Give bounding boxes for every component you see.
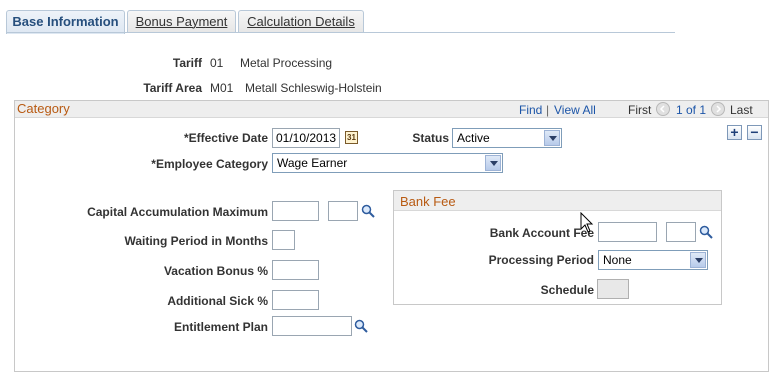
link-separator: | (546, 103, 550, 117)
tab-label: Bonus Payment (135, 14, 228, 29)
bank-fee-title: Bank Fee (400, 194, 456, 209)
magnifier-icon[interactable] (699, 225, 713, 239)
bank-account-fee-label: Bank Account Fee (489, 226, 594, 240)
tab-calculation-details[interactable]: Calculation Details (238, 10, 364, 33)
mouse-cursor-icon (580, 212, 594, 233)
view-all-link[interactable]: View All (554, 103, 596, 117)
tab-label: Calculation Details (247, 14, 355, 29)
waiting-period-input[interactable] (272, 230, 295, 250)
schedule-label: Schedule (540, 283, 594, 297)
tariff-label: Tariff (172, 56, 202, 70)
status-label: Status (412, 131, 449, 145)
processing-period-label: Processing Period (488, 253, 594, 267)
processing-period-select[interactable]: None (598, 250, 708, 270)
entitlement-plan-input[interactable] (272, 316, 352, 336)
category-title: Category (17, 101, 70, 116)
waiting-period-label: Waiting Period in Months (124, 234, 268, 248)
additional-sick-label: Additional Sick % (167, 294, 268, 308)
next-arrow-icon[interactable] (711, 102, 725, 116)
bank-account-fee-input[interactable] (598, 222, 657, 242)
tariff-area-label: Tariff Area (143, 81, 202, 95)
tariff-code: 01 (210, 56, 224, 70)
last-label: Last (730, 103, 753, 117)
capital-accumulation-label: Capital Accumulation Maximum (87, 205, 268, 219)
tab-bonus-payment[interactable]: Bonus Payment (127, 10, 236, 33)
bank-account-fee-code-input[interactable] (666, 222, 696, 242)
chevron-down-icon (544, 130, 560, 146)
capital-accumulation-code-input[interactable] (328, 201, 358, 221)
processing-period-value: None (603, 253, 632, 267)
employee-category-value: Wage Earner (277, 156, 348, 170)
effective-date-label: *Effective Date (183, 131, 268, 145)
tariff-name: Metal Processing (240, 56, 333, 70)
tariff-area-code: M01 (210, 81, 234, 95)
tariff-area-name: Metall Schleswig-Holstein (245, 81, 382, 95)
pager-count: 1 of 1 (676, 103, 707, 117)
entitlement-plan-label: Entitlement Plan (173, 320, 268, 334)
capital-accumulation-input[interactable] (272, 201, 319, 221)
tab-divider (6, 32, 675, 33)
chevron-down-icon (690, 252, 706, 268)
status-select[interactable]: Active (452, 128, 562, 148)
vacation-bonus-input[interactable] (272, 260, 319, 280)
additional-sick-input[interactable] (272, 290, 319, 310)
employee-category-select[interactable]: Wage Earner (272, 153, 503, 173)
tab-label: Base Information (12, 14, 119, 29)
status-value: Active (457, 131, 490, 145)
vacation-bonus-label: Vacation Bonus % (163, 264, 268, 278)
add-row-button[interactable]: + (727, 125, 742, 140)
chevron-down-icon (485, 155, 501, 171)
magnifier-icon[interactable] (361, 204, 375, 218)
find-link[interactable]: Find (519, 103, 542, 117)
effective-date-input[interactable] (272, 128, 340, 148)
tab-base-information[interactable]: Base Information (6, 10, 125, 34)
delete-row-button[interactable]: − (747, 125, 762, 140)
magnifier-icon[interactable] (354, 319, 368, 333)
schedule-input (597, 279, 629, 299)
first-label: First (628, 103, 652, 117)
previous-arrow-icon[interactable] (656, 102, 670, 116)
calendar-icon[interactable]: 31 (345, 131, 358, 144)
employee-category-label: *Employee Category (151, 157, 268, 171)
